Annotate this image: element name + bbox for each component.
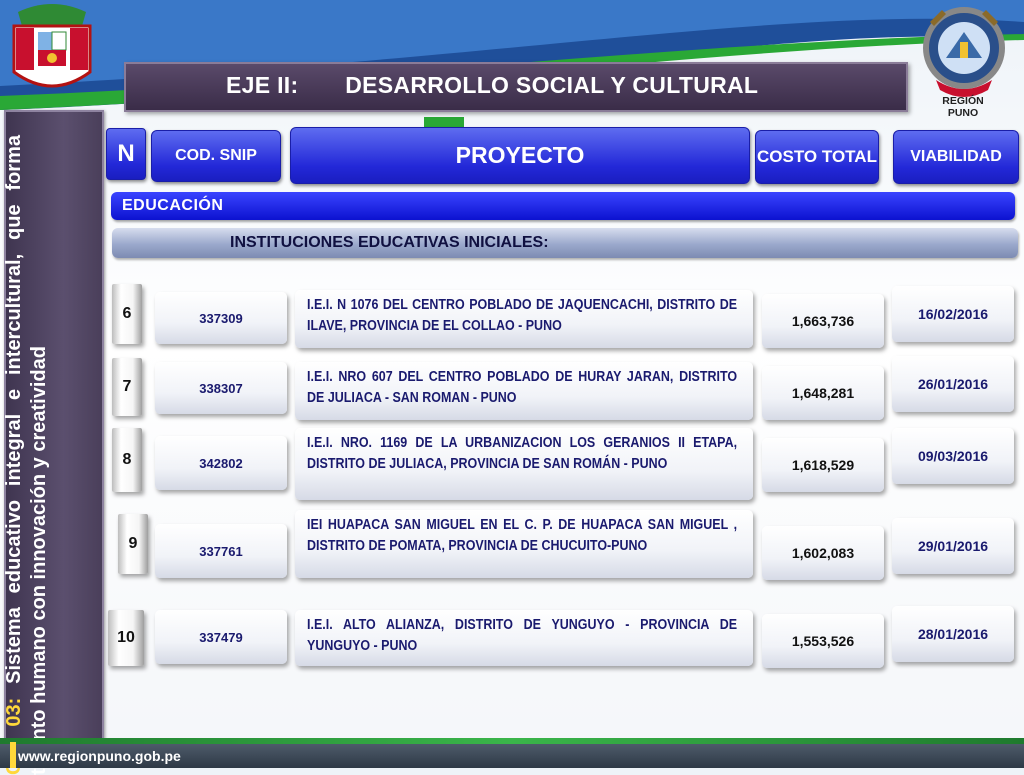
- row-proyecto: I.E.I. NRO 607 DEL CENTRO POBLADO DE HUR…: [307, 369, 738, 406]
- row-cod-snip: 342802: [155, 436, 287, 490]
- row-costo-total: 1,553,526: [762, 614, 884, 668]
- row-costo-total: 1,648,281: [762, 366, 884, 420]
- page-title: EJE II: DESARROLLO SOCIAL Y CULTURAL: [226, 72, 759, 98]
- column-header-viabilidad: VIABILIDAD: [893, 130, 1019, 184]
- objective-description: Sistema educativo integral e intercultur…: [3, 135, 50, 775]
- footer-website-link[interactable]: www.regionpuno.gob.pe: [18, 748, 181, 764]
- row-proyecto: IEI HUAPACA SAN MIGUEL EN EL C. P. DE HU…: [307, 517, 738, 554]
- region-puno-label: REGIÓN PUNO: [942, 95, 984, 119]
- objective-text-block: OE. 03: Sistema educativo integral e int…: [2, 135, 102, 775]
- row-proyecto: I.E.I. NRO. 1169 DE LA URBANIZACION LOS …: [307, 435, 738, 472]
- sector-bar: [111, 192, 1015, 220]
- sector-label: EDUCACIÓN: [122, 197, 224, 214]
- row-cod-snip: 337479: [155, 610, 287, 664]
- row-number: 8: [112, 428, 142, 492]
- row-number: 6: [112, 284, 142, 344]
- row-viabilidad: 29/01/2016: [892, 518, 1014, 574]
- row-number: 9: [118, 514, 148, 574]
- row-cod-snip: 337761: [155, 524, 287, 578]
- row-proyecto-cell: IEI HUAPACA SAN MIGUEL EN EL C. P. DE HU…: [295, 510, 753, 578]
- row-viabilidad: 28/01/2016: [892, 606, 1014, 662]
- row-cod-snip: 337309: [155, 292, 287, 344]
- row-proyecto: I.E.I. N 1076 DEL CENTRO POBLADO DE JAQU…: [307, 297, 738, 334]
- row-proyecto-cell: I.E.I. ALTO ALIANZA, DISTRITO DE YUNGUYO…: [295, 610, 753, 666]
- subsector-label: INSTITUCIONES EDUCATIVAS INICIALES:: [230, 234, 549, 251]
- row-costo-total: 1,618,529: [762, 438, 884, 492]
- row-viabilidad: 16/02/2016: [892, 286, 1014, 342]
- row-costo-total: 1,602,083: [762, 526, 884, 580]
- column-header-proyecto: PROYECTO: [290, 127, 750, 184]
- column-header-n: N: [106, 128, 146, 180]
- row-cod-snip: 338307: [155, 362, 287, 414]
- row-number: 7: [112, 358, 142, 416]
- row-number: 10: [108, 610, 144, 666]
- row-proyecto-cell: I.E.I. N 1076 DEL CENTRO POBLADO DE JAQU…: [295, 290, 753, 348]
- green-accent: [424, 117, 464, 127]
- row-proyecto-cell: I.E.I. NRO. 1169 DE LA URBANIZACION LOS …: [295, 428, 753, 500]
- row-proyecto-cell: I.E.I. NRO 607 DEL CENTRO POBLADO DE HUR…: [295, 362, 753, 420]
- footer-accent: [10, 742, 16, 768]
- row-proyecto: I.E.I. ALTO ALIANZA, DISTRITO DE YUNGUYO…: [307, 617, 738, 654]
- row-viabilidad: 26/01/2016: [892, 356, 1014, 412]
- column-header-cod-snip: COD. SNIP: [151, 130, 281, 182]
- row-viabilidad: 09/03/2016: [892, 428, 1014, 484]
- column-header-costo-total: COSTO TOTAL: [755, 130, 879, 184]
- row-costo-total: 1,663,736: [762, 294, 884, 348]
- peru-coat-of-arms-icon: [12, 4, 92, 88]
